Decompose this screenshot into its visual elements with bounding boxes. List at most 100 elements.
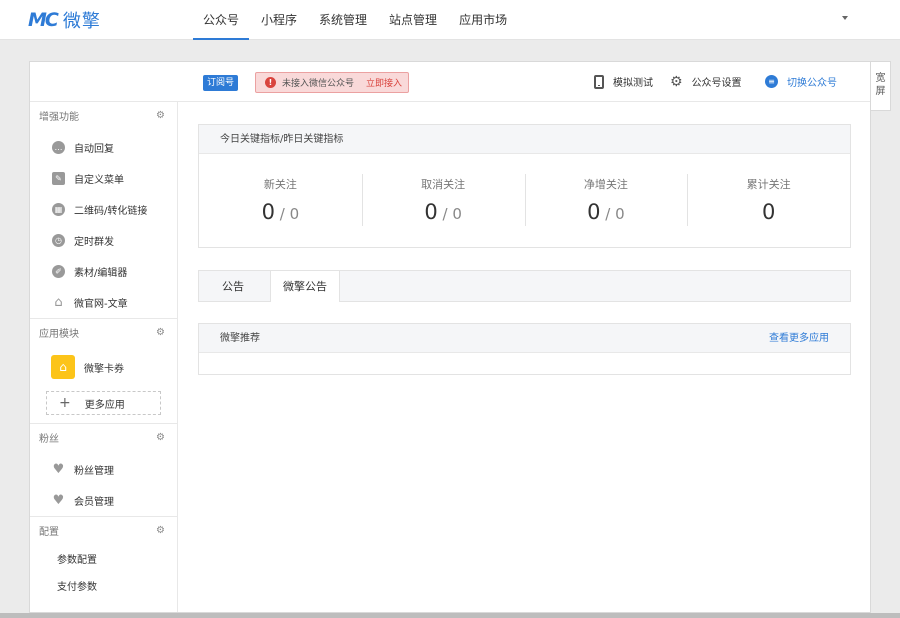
sidebar-item-auto-reply[interactable]: … 自动回复 (30, 132, 177, 163)
stat-label: 新关注 (263, 178, 297, 191)
gear-icon: ⚙ (670, 73, 683, 90)
logo-mark: MC (28, 9, 59, 31)
sidebar-item-label: 粉丝管理 (74, 466, 114, 477)
section-title: 增强功能 (39, 112, 79, 123)
stat-yesterday: 0 (289, 205, 300, 223)
nav-system-management[interactable]: 系统管理 (309, 0, 377, 40)
stat-today: 0 (587, 200, 601, 224)
stat-today: 0 (424, 200, 438, 224)
gear-icon[interactable]: ⚙ (156, 525, 165, 536)
not-connected-alert: ! 未接入微信公众号 立即接入 (255, 72, 409, 93)
account-type-badge: 订阅号 (203, 75, 239, 91)
widescreen-label-2: 屏 (875, 86, 886, 97)
user-menu-caret-icon[interactable] (842, 16, 848, 20)
more-apps-button[interactable]: + 更多应用 (46, 391, 161, 415)
heart-icon: ♥ (52, 462, 65, 477)
sidebar-item-label: 素材/编辑器 (74, 268, 128, 279)
section-title: 粉丝 (39, 434, 59, 445)
sidebar-item-custom-menu[interactable]: ✎ 自定义菜单 (30, 163, 177, 194)
recommend-header: 微擎推荐 查看更多应用 (199, 324, 850, 353)
nav-mini-program[interactable]: 小程序 (251, 0, 307, 40)
stat-value: 0 / 0 (261, 200, 300, 224)
widescreen-toggle[interactable]: 宽 屏 (871, 61, 891, 111)
simulate-test-label: 模拟测试 (613, 78, 653, 89)
stat-value: 0 / 0 (587, 200, 625, 224)
sidebar-item-materials[interactable]: ✐ 素材/编辑器 (30, 256, 177, 287)
coupon-icon: ⌂ (51, 355, 75, 379)
sidebar-item-label: 定时群发 (74, 237, 114, 248)
sidebar-section-app-modules: 应用模块 ⚙ ⌂ 微擎卡券 + 更多应用 (30, 319, 177, 424)
section-title: 应用模块 (39, 329, 79, 340)
logo-text: 微擎 (62, 11, 101, 32)
announcement-tabs: 公告 微擎公告 (198, 270, 851, 302)
sidebar-item-label: 微擎卡券 (84, 363, 124, 375)
warning-icon: ! (265, 77, 276, 88)
stat-unfollow: 取消关注 0 / 0 (361, 154, 525, 247)
clock-icon: ◷ (52, 234, 65, 247)
phone-icon (594, 74, 604, 89)
main-content: 今日关键指标/昨日关键指标 新关注 0 / 0 取消关注 0 / 0 净增关注 … (198, 124, 851, 375)
section-title: 配置 (39, 527, 59, 538)
switch-icon: ≡ (765, 75, 778, 88)
connect-now-link[interactable]: 立即接入 (366, 76, 402, 89)
view-more-apps-link[interactable]: 查看更多应用 (769, 324, 829, 353)
sidebar-item-website-article[interactable]: ⌂ 微官网-文章 (30, 287, 177, 318)
widescreen-label-1: 宽 (875, 73, 886, 84)
sidebar-section-enhanced: 增强功能 ⚙ … 自动回复 ✎ 自定义菜单 ▦ 二维码/转化链接 ◷ 定时群发 … (30, 102, 177, 319)
stats-row: 新关注 0 / 0 取消关注 0 / 0 净增关注 0 / 0 累计关注 0 (199, 154, 850, 247)
stat-yesterday: 0 (452, 205, 462, 223)
sidebar-item-payment-params[interactable]: 支付参数 (30, 574, 177, 601)
account-settings-button[interactable]: ⚙ 公众号设置 (670, 73, 742, 90)
recommend-panel: 微擎推荐 查看更多应用 (198, 323, 851, 375)
more-apps-label: 更多应用 (84, 399, 125, 411)
stat-new-follow: 新关注 0 / 0 (199, 154, 362, 247)
account-settings-label: 公众号设置 (691, 78, 742, 89)
stat-label: 净增关注 (583, 178, 628, 191)
bottom-scrollbar-strip (0, 613, 900, 618)
gear-icon[interactable]: ⚙ (156, 110, 165, 121)
stat-total-follow: 累计关注 0 (687, 154, 850, 247)
sidebar-item-fans-management[interactable]: ♥ 粉丝管理 (30, 454, 177, 485)
tab-announcement[interactable]: 公告 (199, 271, 267, 301)
stat-label: 累计关注 (746, 178, 791, 191)
sidebar-item-label: 自动回复 (74, 144, 114, 155)
sidebar-item-param-config[interactable]: 参数配置 (30, 547, 177, 574)
sidebar-item-member-management[interactable]: ♥ 会员管理 (30, 485, 177, 516)
gear-icon[interactable]: ⚙ (156, 432, 165, 443)
simulate-test-button[interactable]: 模拟测试 (594, 74, 653, 89)
nav-site-management[interactable]: 站点管理 (379, 0, 447, 40)
sidebar-item-label: 会员管理 (74, 497, 114, 508)
top-navigation-bar: MC 微擎 公众号 小程序 系统管理 站点管理 应用市场 (0, 0, 900, 40)
sidebar-section-fans: 粉丝 ⚙ ♥ 粉丝管理 ♥ 会员管理 (30, 424, 177, 517)
sidebar-item-qrcode[interactable]: ▦ 二维码/转化链接 (30, 194, 177, 225)
tab-we7-announcement[interactable]: 微擎公告 (270, 271, 340, 302)
pencil-icon: ✐ (52, 265, 65, 278)
key-metrics-panel: 今日关键指标/昨日关键指标 新关注 0 / 0 取消关注 0 / 0 净增关注 … (198, 124, 851, 248)
chat-bubble-icon: … (52, 141, 65, 154)
content-frame: 订阅号 ! 未接入微信公众号 立即接入 模拟测试 ⚙ 公众号设置 ≡ 切换公众号… (29, 61, 871, 613)
sidebar: 增强功能 ⚙ … 自动回复 ✎ 自定义菜单 ▦ 二维码/转化链接 ◷ 定时群发 … (30, 102, 178, 612)
recommend-title: 微擎推荐 (220, 333, 260, 344)
panel-title: 今日关键指标/昨日关键指标 (199, 125, 850, 154)
gear-icon[interactable]: ⚙ (156, 327, 165, 338)
heart-icon: ♥ (52, 493, 65, 508)
stat-value: 0 / 0 (424, 200, 462, 224)
sidebar-section-config: 配置 ⚙ 参数配置 支付参数 (30, 517, 177, 601)
edit-document-icon: ✎ (52, 172, 65, 185)
home-icon: ⌂ (54, 295, 63, 310)
sidebar-item-label: 二维码/转化链接 (74, 206, 148, 217)
sidebar-item-card-coupon[interactable]: ⌂ 微擎卡券 (30, 349, 177, 385)
switch-account-button[interactable]: ≡ 切换公众号 (765, 74, 837, 89)
account-toolbar: 订阅号 ! 未接入微信公众号 立即接入 模拟测试 ⚙ 公众号设置 ≡ 切换公众号 (30, 62, 870, 102)
sidebar-item-scheduled-send[interactable]: ◷ 定时群发 (30, 225, 177, 256)
switch-account-label: 切换公众号 (787, 78, 837, 89)
logo[interactable]: MC 微擎 (28, 9, 101, 32)
plus-icon: + (59, 395, 71, 411)
nav-official-account[interactable]: 公众号 (193, 0, 250, 40)
stat-label: 取消关注 (421, 178, 466, 191)
sidebar-item-label: 微官网-文章 (74, 299, 128, 310)
qrcode-icon: ▦ (52, 203, 65, 216)
alert-text: 未接入微信公众号 (282, 79, 355, 89)
stat-today: 0 (261, 200, 275, 224)
nav-app-market[interactable]: 应用市场 (449, 0, 517, 40)
